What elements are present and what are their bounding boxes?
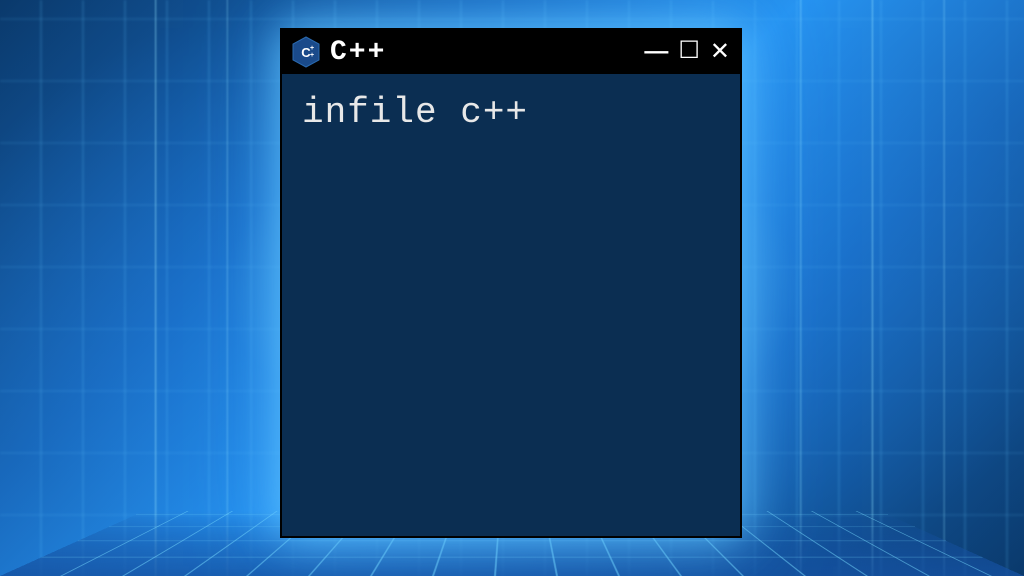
titlebar-left: C + + C++	[292, 36, 386, 68]
titlebar[interactable]: C + + C++ — ☐ ✕	[282, 30, 740, 74]
cpp-hex-icon: C + +	[292, 36, 320, 68]
svg-text:+: +	[310, 52, 314, 59]
window-controls: — ☐ ✕	[644, 40, 730, 64]
minimize-button[interactable]: —	[644, 40, 668, 64]
close-button[interactable]: ✕	[710, 40, 730, 64]
window-title: C++	[330, 37, 386, 68]
terminal-text: infile c++	[302, 92, 528, 133]
svg-text:+: +	[310, 45, 314, 52]
terminal-body[interactable]: infile c++	[282, 74, 740, 536]
maximize-button[interactable]: ☐	[678, 39, 700, 63]
terminal-window: C + + C++ — ☐ ✕ infile c++	[280, 28, 742, 538]
